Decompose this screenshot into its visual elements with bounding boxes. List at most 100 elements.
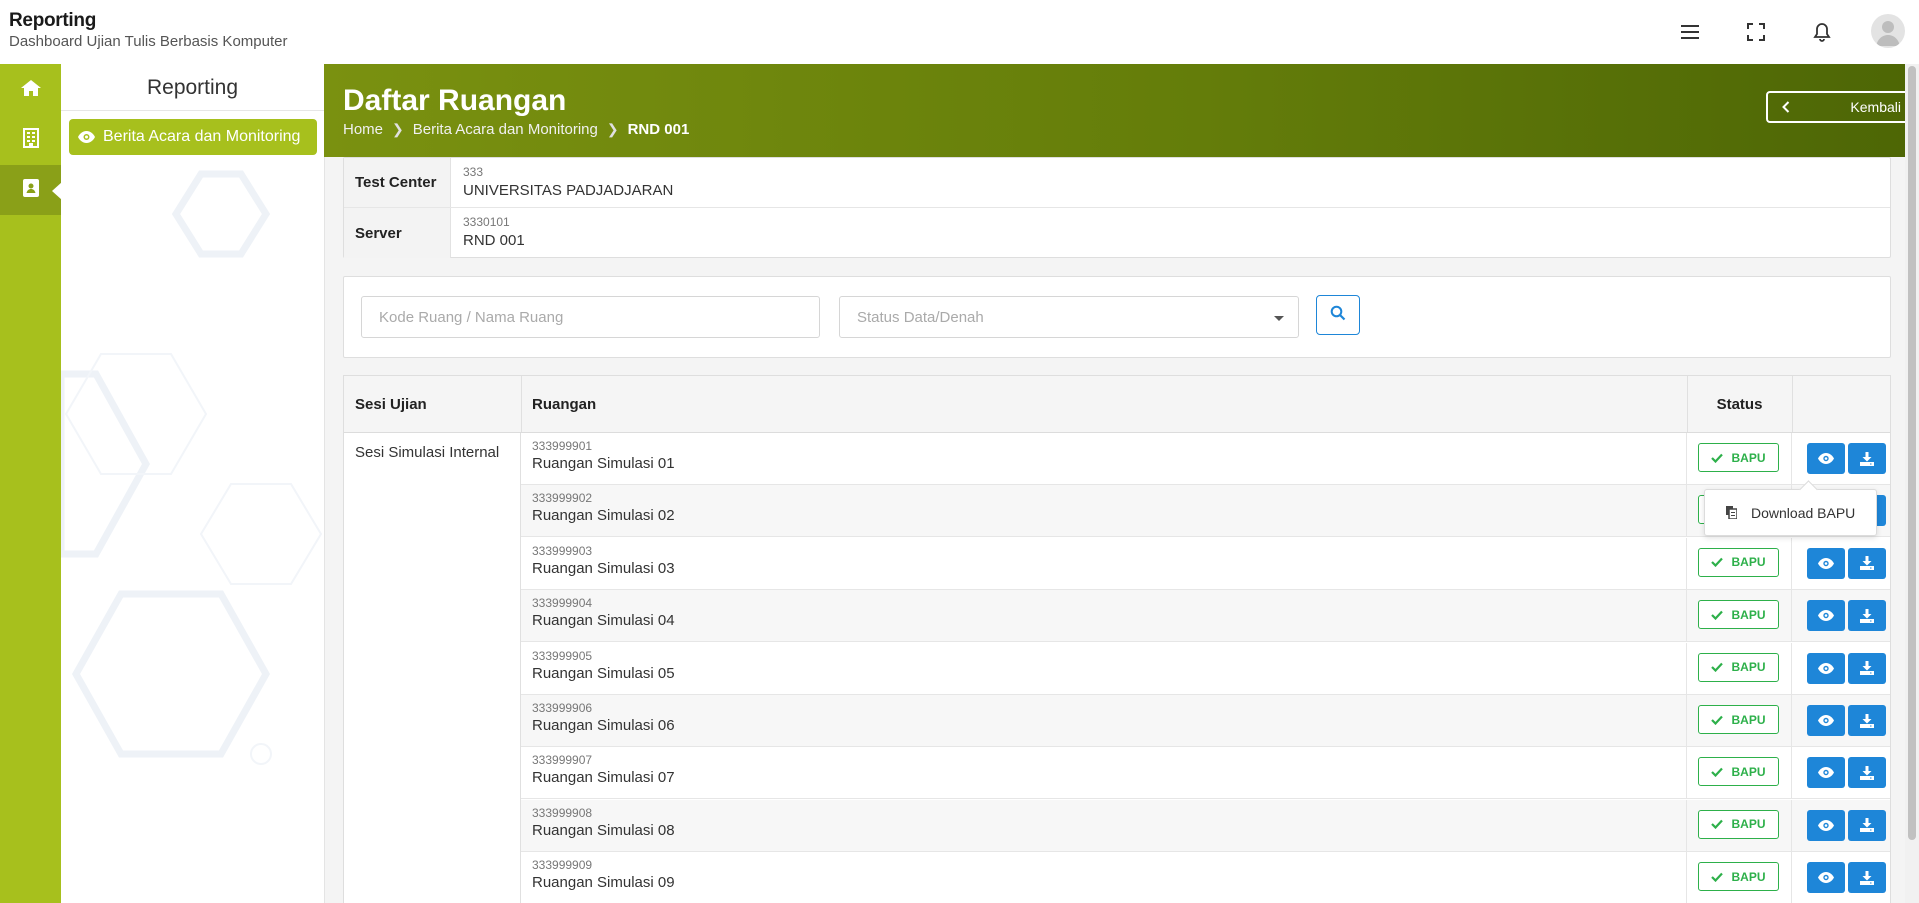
room-code: 333999903 — [532, 543, 593, 558]
status-badge-label: BAPU — [1731, 712, 1766, 727]
sidebar-title: Reporting — [61, 64, 324, 111]
download-bapu-item[interactable]: Download BAPU — [1751, 505, 1855, 521]
copy-file-icon — [1726, 506, 1737, 519]
eye-icon — [1818, 453, 1834, 464]
user-avatar-icon[interactable] — [1871, 14, 1905, 48]
info-panel: Test Center 333 UNIVERSITAS PADJADJARAN … — [343, 157, 1891, 258]
fullscreen-icon[interactable] — [1742, 18, 1770, 46]
status-select-placeholder: Status Data/Denah — [857, 308, 984, 326]
room-cell: 333999904 Ruangan Simulasi 04 — [521, 590, 1687, 642]
room-name: Ruangan Simulasi 03 — [532, 559, 675, 577]
menu-icon[interactable] — [1676, 18, 1704, 46]
test-center-label: Test Center — [344, 158, 451, 207]
status-badge: BAPU — [1698, 600, 1779, 630]
check-icon — [1711, 610, 1724, 620]
status-cell: BAPU — [1687, 642, 1792, 694]
page-scrollbar[interactable] — [1905, 64, 1919, 903]
session-cell: Sesi Simulasi Internal — [344, 433, 521, 903]
server-code: 3330101 — [463, 215, 510, 229]
rail-report[interactable] — [0, 165, 62, 215]
status-badge-label: BAPU — [1731, 869, 1766, 884]
header-divider — [521, 376, 522, 432]
status-cell: BAPU — [1687, 695, 1792, 746]
building-icon — [22, 127, 39, 153]
download-icon — [1860, 765, 1874, 780]
status-badge-label: BAPU — [1731, 450, 1766, 465]
breadcrumb: Home ❯ Berita Acara dan Monitoring ❯ RND… — [343, 121, 689, 138]
view-button[interactable] — [1807, 443, 1845, 474]
room-cell: 333999901 Ruangan Simulasi 01 — [521, 433, 1687, 484]
view-button[interactable] — [1807, 862, 1845, 894]
rooms-table: Sesi Ujian Ruangan Status Sesi Simulasi … — [343, 375, 1891, 903]
rail-home[interactable] — [0, 65, 61, 115]
eye-icon — [1818, 715, 1834, 726]
download-button[interactable] — [1848, 652, 1886, 684]
breadcrumb-home[interactable]: Home — [343, 121, 383, 138]
test-center-code: 333 — [463, 165, 484, 179]
check-icon — [1711, 820, 1724, 830]
home-icon — [20, 79, 42, 102]
download-button[interactable] — [1848, 809, 1886, 841]
download-button[interactable] — [1848, 600, 1886, 632]
header-ruangan: Ruangan — [532, 395, 597, 413]
view-button[interactable] — [1807, 757, 1845, 789]
download-button[interactable] — [1848, 547, 1886, 579]
session-name: Sesi Simulasi Internal — [355, 444, 500, 461]
download-button[interactable] — [1848, 757, 1886, 789]
download-button[interactable] — [1848, 705, 1886, 736]
status-select[interactable]: Status Data/Denah — [839, 296, 1299, 338]
status-badge: BAPU — [1698, 809, 1779, 839]
room-name: Ruangan Simulasi 05 — [532, 664, 675, 682]
view-button[interactable] — [1807, 600, 1845, 632]
status-badge-label: BAPU — [1731, 764, 1766, 779]
info-row-test-center: Test Center 333 UNIVERSITAS PADJADJARAN — [344, 158, 1890, 207]
view-button[interactable] — [1807, 705, 1845, 736]
breadcrumb-berita-acara[interactable]: Berita Acara dan Monitoring — [413, 121, 598, 138]
room-code: 333999902 — [532, 491, 593, 506]
view-button[interactable] — [1807, 652, 1845, 684]
sidebar-item-berita-acara[interactable]: Berita Acara dan Monitoring — [69, 119, 317, 155]
download-button[interactable] — [1848, 443, 1886, 474]
download-icon — [1860, 713, 1874, 728]
rail-building[interactable] — [0, 115, 61, 165]
download-icon — [1860, 818, 1874, 833]
check-icon — [1711, 872, 1724, 882]
room-code: 333999901 — [532, 439, 593, 453]
view-button[interactable] — [1807, 809, 1845, 841]
room-cell: 333999903 Ruangan Simulasi 03 — [521, 537, 1687, 589]
info-row-server: Server 3330101 RND 001 — [344, 207, 1890, 258]
header-divider — [1792, 376, 1793, 432]
check-icon — [1711, 662, 1724, 673]
status-badge: BAPU — [1698, 443, 1779, 472]
table-row: 333999901 Ruangan Simulasi 01 BAPU — [521, 433, 1890, 485]
status-cell: BAPU — [1687, 590, 1792, 642]
room-name: Ruangan Simulasi 04 — [532, 612, 675, 630]
download-button[interactable] — [1848, 862, 1886, 894]
header-status: Status — [1716, 395, 1763, 413]
table-row: 333999902Ruangan Simulasi 02BAPU — [521, 485, 1890, 538]
status-cell: BAPU — [1687, 747, 1792, 799]
search-button[interactable] — [1316, 295, 1360, 335]
bell-icon[interactable] — [1808, 18, 1836, 46]
room-search-input[interactable]: Kode Ruang / Nama Ruang — [361, 296, 820, 338]
room-cell: 333999906 Ruangan Simulasi 06 — [521, 695, 1687, 746]
back-label: Kembali — [1850, 99, 1901, 115]
view-button[interactable] — [1807, 547, 1845, 579]
eye-icon — [1818, 662, 1834, 674]
status-cell: BAPU — [1687, 537, 1792, 589]
scrollbar-thumb[interactable] — [1908, 66, 1916, 840]
report-icon — [22, 178, 39, 202]
status-cell: BAPU — [1687, 852, 1792, 903]
room-name: Ruangan Simulasi 08 — [532, 821, 675, 839]
table-row: 333999908 Ruangan Simulasi 08 BAPU — [521, 799, 1890, 852]
back-button[interactable]: Kembali — [1766, 91, 1919, 123]
breadcrumb-current: RND 001 — [627, 121, 690, 138]
check-icon — [1711, 767, 1724, 777]
eye-icon — [78, 131, 95, 143]
sub-sidebar: Reporting Berita Acara dan Monitoring — [61, 64, 325, 903]
chevron-left-icon — [1782, 101, 1790, 113]
app-title: Reporting — [9, 10, 97, 31]
filter-panel: Kode Ruang / Nama Ruang Status Data/Dena… — [343, 276, 1891, 358]
status-badge-label: BAPU — [1731, 817, 1766, 832]
status-cell: BAPU — [1687, 799, 1792, 851]
